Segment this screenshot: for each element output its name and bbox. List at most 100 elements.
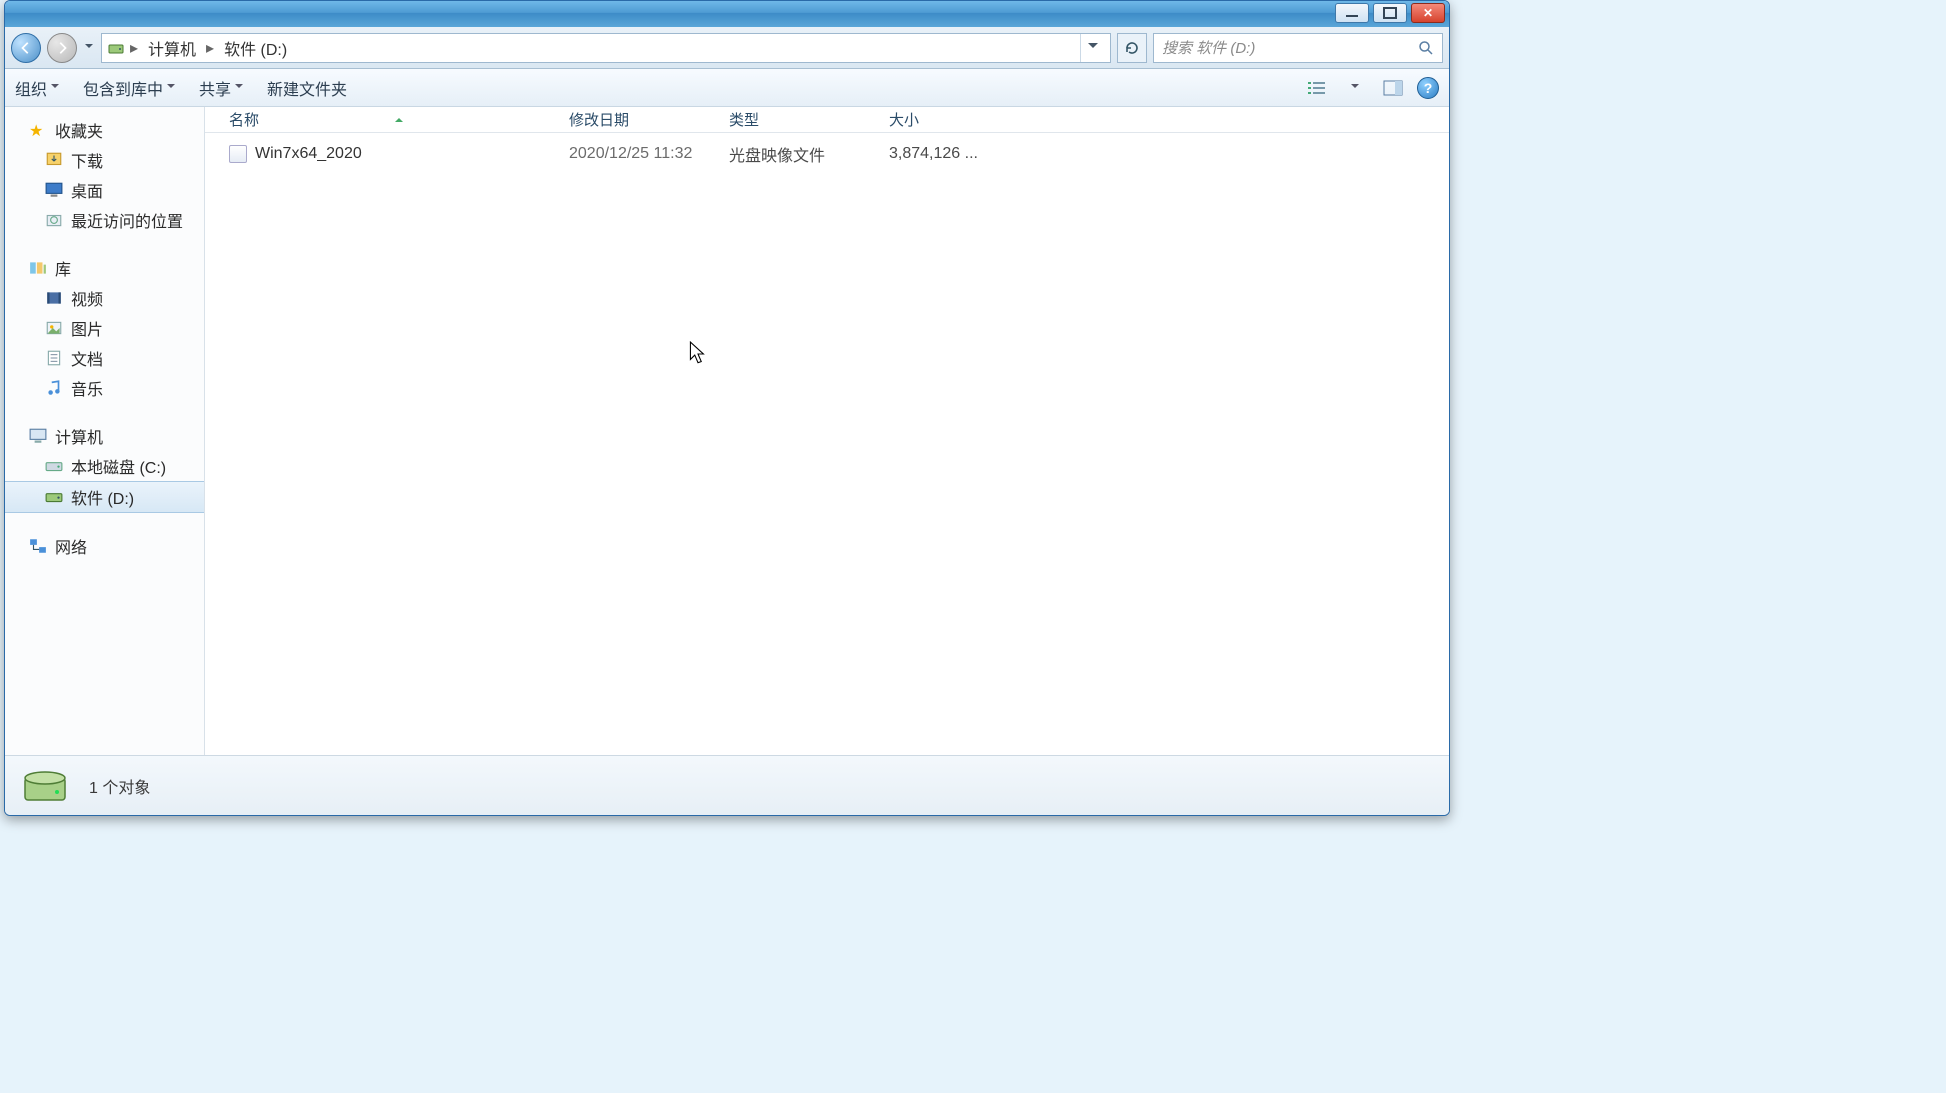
file-rows[interactable]: Win7x64_2020 2020/12/25 11:32 光盘映像文件 3,8… xyxy=(205,133,1449,755)
network-label: 网络 xyxy=(55,534,87,558)
sidebar-item-network[interactable]: 网络 xyxy=(5,531,204,561)
share-label: 共享 xyxy=(199,76,231,100)
desktop-icon xyxy=(45,181,63,199)
network-group: 网络 xyxy=(5,531,204,561)
sidebar-item-downloads[interactable]: 下载 xyxy=(5,145,204,175)
address-bar[interactable]: ▸ 计算机 ▸ 软件 (D:) xyxy=(101,33,1111,63)
help-icon: ? xyxy=(1424,80,1433,96)
sidebar-item-recent[interactable]: 最近访问的位置 xyxy=(5,205,204,235)
sidebar-item-libraries[interactable]: 库 xyxy=(5,253,204,283)
libraries-label: 库 xyxy=(55,256,71,280)
documents-icon xyxy=(45,349,63,367)
recent-icon xyxy=(45,211,63,229)
window-controls xyxy=(1335,3,1445,23)
new-folder-button[interactable]: 新建文件夹 xyxy=(267,76,347,100)
favorites-label: 收藏夹 xyxy=(55,118,103,142)
recent-label: 最近访问的位置 xyxy=(71,208,183,232)
search-icon xyxy=(1418,40,1434,56)
column-date[interactable]: 修改日期 xyxy=(569,109,729,130)
drive-icon xyxy=(108,40,124,56)
arrow-left-icon xyxy=(19,41,33,55)
search-input[interactable]: 搜索 软件 (D:) xyxy=(1153,33,1443,63)
sidebar-item-videos[interactable]: 视频 xyxy=(5,283,204,313)
drive-icon xyxy=(45,488,63,506)
computer-icon xyxy=(29,427,47,445)
drive-d-label: 软件 (D:) xyxy=(71,485,134,509)
help-button[interactable]: ? xyxy=(1417,77,1439,99)
column-name-label: 名称 xyxy=(229,109,259,130)
sidebar-item-music[interactable]: 音乐 xyxy=(5,373,204,403)
file-date-cell: 2020/12/25 11:32 xyxy=(569,145,729,163)
search-placeholder: 搜索 软件 (D:) xyxy=(1162,37,1255,58)
minimize-button[interactable] xyxy=(1335,3,1369,23)
music-label: 音乐 xyxy=(71,376,103,400)
breadcrumb-sep: ▸ xyxy=(206,38,214,58)
preview-pane-icon xyxy=(1383,80,1403,96)
sidebar-item-documents[interactable]: 文档 xyxy=(5,343,204,373)
sidebar-item-computer[interactable]: 计算机 xyxy=(5,421,204,451)
organize-label: 组织 xyxy=(15,76,47,100)
include-label: 包含到库中 xyxy=(83,76,163,100)
view-options-button[interactable] xyxy=(1303,76,1331,100)
drive-c-label: 本地磁盘 (C:) xyxy=(71,454,166,478)
refresh-button[interactable] xyxy=(1117,33,1147,63)
chevron-down-icon xyxy=(51,79,59,97)
forward-button[interactable] xyxy=(47,33,77,63)
downloads-label: 下载 xyxy=(71,148,103,172)
command-bar-left: 组织 包含到库中 共享 新建文件夹 xyxy=(15,76,347,100)
column-date-label: 修改日期 xyxy=(569,112,629,129)
documents-label: 文档 xyxy=(71,346,103,370)
body: ★ 收藏夹 下载 桌面 最近访问的位置 xyxy=(5,107,1449,755)
star-icon: ★ xyxy=(29,121,47,139)
share-menu[interactable]: 共享 xyxy=(199,76,243,100)
libraries-group: 库 视频 图片 文档 音乐 xyxy=(5,253,204,403)
organize-menu[interactable]: 组织 xyxy=(15,76,59,100)
list-view-icon xyxy=(1307,80,1327,96)
sidebar-item-drive-c[interactable]: 本地磁盘 (C:) xyxy=(5,451,204,481)
chevron-down-icon xyxy=(1351,79,1359,97)
sidebar-item-favorites[interactable]: ★ 收藏夹 xyxy=(5,115,204,145)
network-icon xyxy=(29,537,47,555)
column-headers: 名称 修改日期 类型 大小 xyxy=(205,107,1449,133)
maximize-button[interactable] xyxy=(1373,3,1407,23)
arrow-right-icon xyxy=(55,41,69,55)
file-name: Win7x64_2020 xyxy=(255,145,362,163)
view-dropdown[interactable] xyxy=(1341,76,1369,100)
chevron-down-icon xyxy=(167,79,175,97)
sidebar-item-drive-d[interactable]: 软件 (D:) xyxy=(5,481,204,513)
column-size-label: 大小 xyxy=(889,112,919,129)
chevron-down-icon xyxy=(235,79,243,97)
sidebar-item-desktop[interactable]: 桌面 xyxy=(5,175,204,205)
videos-icon xyxy=(45,289,63,307)
column-type[interactable]: 类型 xyxy=(729,109,889,130)
favorites-group: ★ 收藏夹 下载 桌面 最近访问的位置 xyxy=(5,115,204,235)
computer-group: 计算机 本地磁盘 (C:) 软件 (D:) xyxy=(5,421,204,513)
navigation-bar: ▸ 计算机 ▸ 软件 (D:) 搜索 软件 (D:) xyxy=(5,27,1449,69)
preview-pane-button[interactable] xyxy=(1379,76,1407,100)
command-bar: 组织 包含到库中 共享 新建文件夹 ? xyxy=(5,69,1449,107)
videos-label: 视频 xyxy=(71,286,103,310)
back-button[interactable] xyxy=(11,33,41,63)
navigation-pane: ★ 收藏夹 下载 桌面 最近访问的位置 xyxy=(5,107,205,755)
computer-label: 计算机 xyxy=(55,424,103,448)
status-text: 1 个对象 xyxy=(89,774,150,798)
title-bar xyxy=(5,1,1449,27)
breadcrumb-drive-d[interactable]: 软件 (D:) xyxy=(220,36,291,60)
include-in-library-menu[interactable]: 包含到库中 xyxy=(83,76,175,100)
file-size-cell: 3,874,126 ... xyxy=(889,145,1009,163)
history-dropdown[interactable] xyxy=(83,33,95,63)
desktop-label: 桌面 xyxy=(71,178,103,202)
column-type-label: 类型 xyxy=(729,112,759,129)
drive-large-icon xyxy=(21,762,69,810)
breadcrumb-computer[interactable]: 计算机 xyxy=(144,36,200,60)
sort-ascending-icon xyxy=(265,111,403,128)
column-size[interactable]: 大小 xyxy=(889,109,1009,130)
column-name[interactable]: 名称 xyxy=(229,109,569,130)
close-button[interactable] xyxy=(1411,3,1445,23)
file-row[interactable]: Win7x64_2020 2020/12/25 11:32 光盘映像文件 3,8… xyxy=(205,139,1449,169)
address-dropdown[interactable] xyxy=(1080,34,1104,62)
details-pane: 1 个对象 xyxy=(5,755,1449,815)
sidebar-item-pictures[interactable]: 图片 xyxy=(5,313,204,343)
file-type-cell: 光盘映像文件 xyxy=(729,142,889,166)
refresh-icon xyxy=(1124,40,1140,56)
